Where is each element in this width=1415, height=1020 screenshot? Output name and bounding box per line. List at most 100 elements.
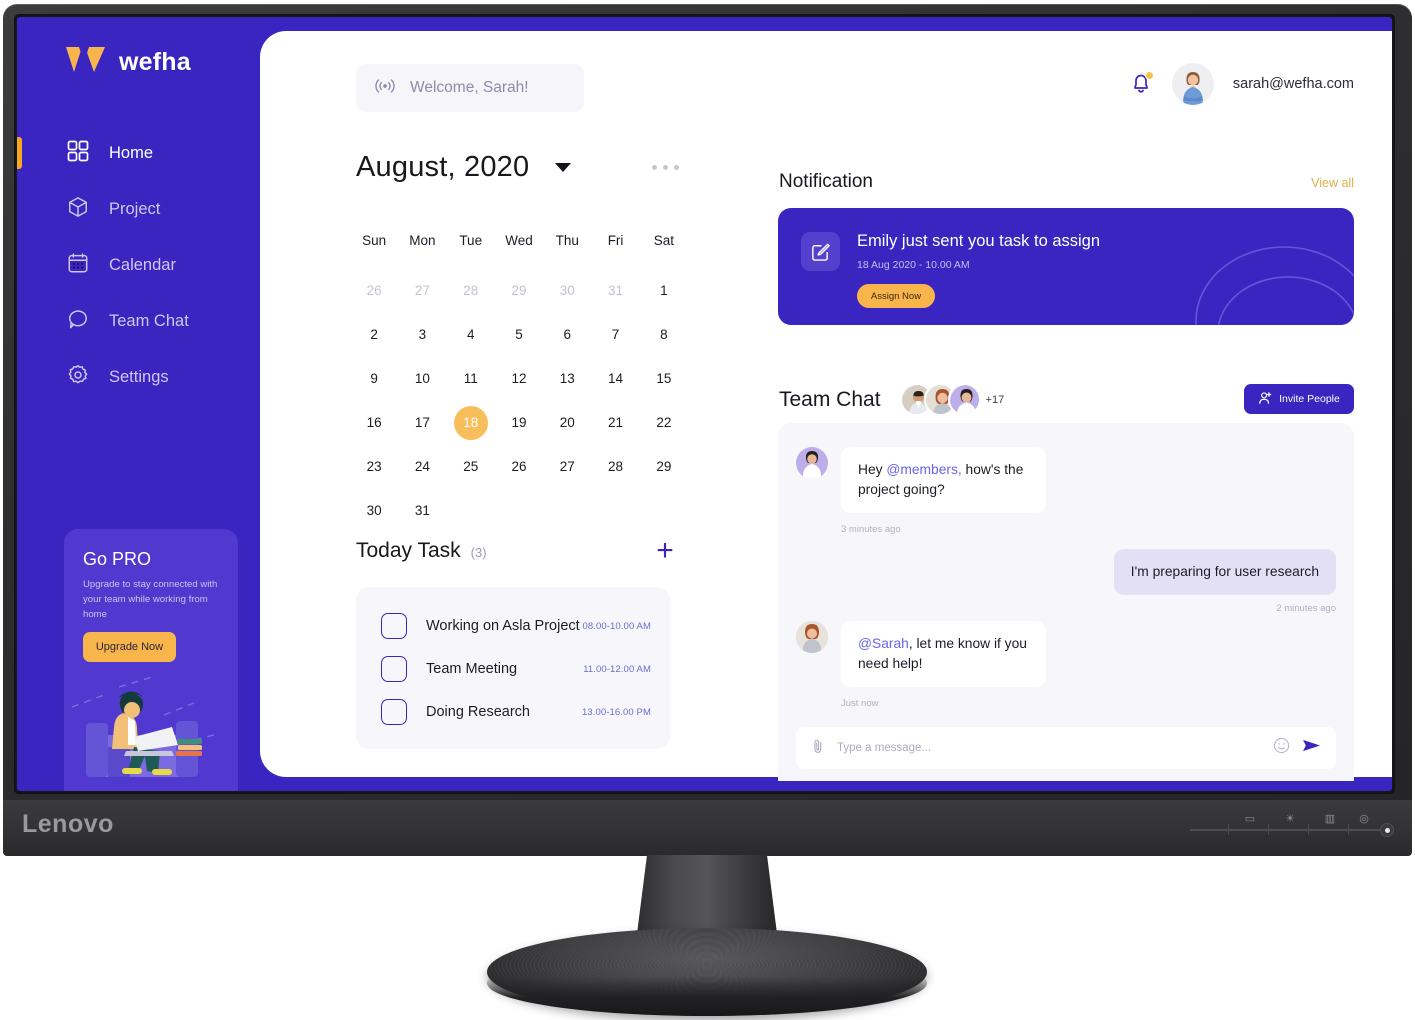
wefha-logo-icon [65, 45, 107, 80]
bell-icon[interactable] [1129, 71, 1154, 97]
calendar-day-number: 14 [608, 371, 624, 386]
calendar-day[interactable]: 31 [591, 274, 639, 308]
calendar-day[interactable]: 25 [447, 450, 495, 484]
notification-card[interactable]: Emily just sent you task to assign 18 Au… [778, 208, 1354, 325]
calendar-weekday: Tue [459, 233, 483, 248]
chevron-down-icon[interactable] [555, 163, 572, 172]
broadcast-icon [373, 77, 397, 100]
calendar-day-number: 8 [660, 327, 668, 342]
sidebar-item-team-chat[interactable]: Team Chat [17, 293, 260, 349]
calendar-day[interactable]: 20 [543, 406, 591, 440]
view-all-link[interactable]: View all [1311, 176, 1354, 190]
sidebar-item-calendar[interactable]: Calendar [17, 237, 260, 293]
osd-tick [1348, 824, 1349, 835]
calendar-day[interactable]: 10 [398, 362, 446, 396]
task-row[interactable]: Working on Asla Project 08.00-10.00 AM [381, 609, 651, 643]
member-avatar-stack[interactable]: +17 [899, 383, 1004, 416]
power-icon[interactable] [1380, 823, 1394, 837]
emoji-icon[interactable] [1273, 737, 1290, 759]
calendar-day[interactable]: 6 [543, 318, 591, 352]
calendar-day-number: 24 [414, 459, 430, 474]
today-task-title: Today Task [356, 539, 461, 562]
calendar-day[interactable]: 7 [591, 318, 639, 352]
calendar-day[interactable]: 14 [591, 362, 639, 396]
calendar-day[interactable]: 9 [350, 362, 398, 396]
task-row[interactable]: Doing Research 13.00-16.00 PM [381, 695, 651, 729]
calendar-day-number: 1 [660, 283, 668, 298]
calendar-day[interactable]: 24 [398, 450, 446, 484]
task-row[interactable]: Team Meeting 11.00-12.00 AM [381, 652, 651, 686]
calendar-day[interactable]: 28 [447, 274, 495, 308]
calendar-day[interactable]: 12 [495, 362, 543, 396]
send-icon[interactable] [1302, 737, 1321, 759]
task-checkbox[interactable] [381, 613, 407, 639]
calendar-day[interactable]: 19 [495, 406, 543, 440]
sidebar-item-home[interactable]: Home [17, 125, 260, 181]
brightness-icon[interactable]: ☀ [1282, 812, 1298, 826]
mention[interactable]: @Sarah [858, 636, 909, 651]
sidebar-item-project[interactable]: Project [17, 181, 260, 237]
task-label: Team Meeting [426, 661, 518, 677]
calendar-day[interactable]: 8 [640, 318, 688, 352]
calendar-day[interactable]: 13 [543, 362, 591, 396]
calendar-day-number: 30 [366, 503, 382, 518]
calendar-day-selected[interactable]: 18 [447, 406, 495, 440]
input-icon[interactable]: ▭ [1242, 812, 1258, 826]
calendar-day[interactable]: 22 [640, 406, 688, 440]
message-bubble: Hey @members, how's the project going? [841, 447, 1046, 513]
message-composer [796, 727, 1336, 769]
calendar-day[interactable]: 2 [350, 318, 398, 352]
task-checkbox[interactable] [381, 656, 407, 682]
team-chat-header: Team Chat +17 [779, 383, 1004, 416]
calendar-day[interactable]: 5 [495, 318, 543, 352]
invite-people-button[interactable]: Invite People [1244, 384, 1354, 414]
layout-icon[interactable]: ▥ [1322, 812, 1338, 826]
calendar-day[interactable]: 1 [640, 274, 688, 308]
calendar-day[interactable]: 11 [447, 362, 495, 396]
menu-icon[interactable]: ◎ [1356, 812, 1372, 826]
calendar-day[interactable]: 29 [495, 274, 543, 308]
cube-icon [67, 196, 89, 223]
calendar-day[interactable]: 15 [640, 362, 688, 396]
calendar-day[interactable]: 27 [398, 274, 446, 308]
calendar-day[interactable]: 23 [350, 450, 398, 484]
person-add-icon [1258, 391, 1272, 408]
calendar-day[interactable]: 26 [350, 274, 398, 308]
plus-icon[interactable]: + [652, 536, 678, 566]
calendar-day[interactable]: 29 [640, 450, 688, 484]
calendar-day[interactable]: 31 [398, 494, 446, 528]
welcome-text: Welcome, Sarah! [410, 79, 529, 96]
calendar-day[interactable]: 4 [447, 318, 495, 352]
calendar-day[interactable]: 28 [591, 450, 639, 484]
sidebar-item-label: Home [109, 143, 154, 162]
sidebar-nav: Home Project Calendar Team Chat Settings [17, 125, 260, 405]
calendar-grid: Sun Mon Tue Wed Thu Fri Sat 26 27 28 29 30 31 1 2 3 4 5 6 7… [350, 233, 688, 528]
calendar-day-number: 23 [366, 459, 382, 474]
calendar-day[interactable]: 26 [495, 450, 543, 484]
task-time: 08.00-10.00 AM [582, 620, 651, 632]
calendar-day-number: 18 [453, 406, 488, 440]
calendar-day[interactable]: 27 [543, 450, 591, 484]
calendar-day-number: 16 [366, 415, 382, 430]
gear-icon [67, 364, 89, 391]
calendar-day[interactable]: 17 [398, 406, 446, 440]
message-input[interactable] [837, 742, 1261, 754]
paperclip-icon[interactable] [811, 738, 825, 759]
sidebar-item-settings[interactable]: Settings [17, 349, 260, 405]
calendar-day-number: 26 [511, 459, 527, 474]
upgrade-now-button[interactable]: Upgrade Now [83, 632, 176, 662]
calendar-day[interactable]: 30 [350, 494, 398, 528]
mention[interactable]: @members, [886, 462, 961, 477]
calendar-day[interactable]: 3 [398, 318, 446, 352]
chat-bubble-icon [67, 308, 89, 335]
calendar-day[interactable]: 16 [350, 406, 398, 440]
task-checkbox[interactable] [381, 699, 407, 725]
welcome-banner[interactable]: Welcome, Sarah! [356, 64, 584, 112]
calendar-day[interactable]: 21 [591, 406, 639, 440]
assign-now-button[interactable]: Assign Now [857, 284, 935, 308]
calendar-day[interactable]: 30 [543, 274, 591, 308]
avatar[interactable] [1171, 63, 1214, 105]
chat-message-incoming: Hey @members, how's the project going? [796, 447, 1046, 513]
calendar-day-number: 9 [370, 371, 378, 386]
more-options-icon[interactable] [652, 165, 680, 170]
